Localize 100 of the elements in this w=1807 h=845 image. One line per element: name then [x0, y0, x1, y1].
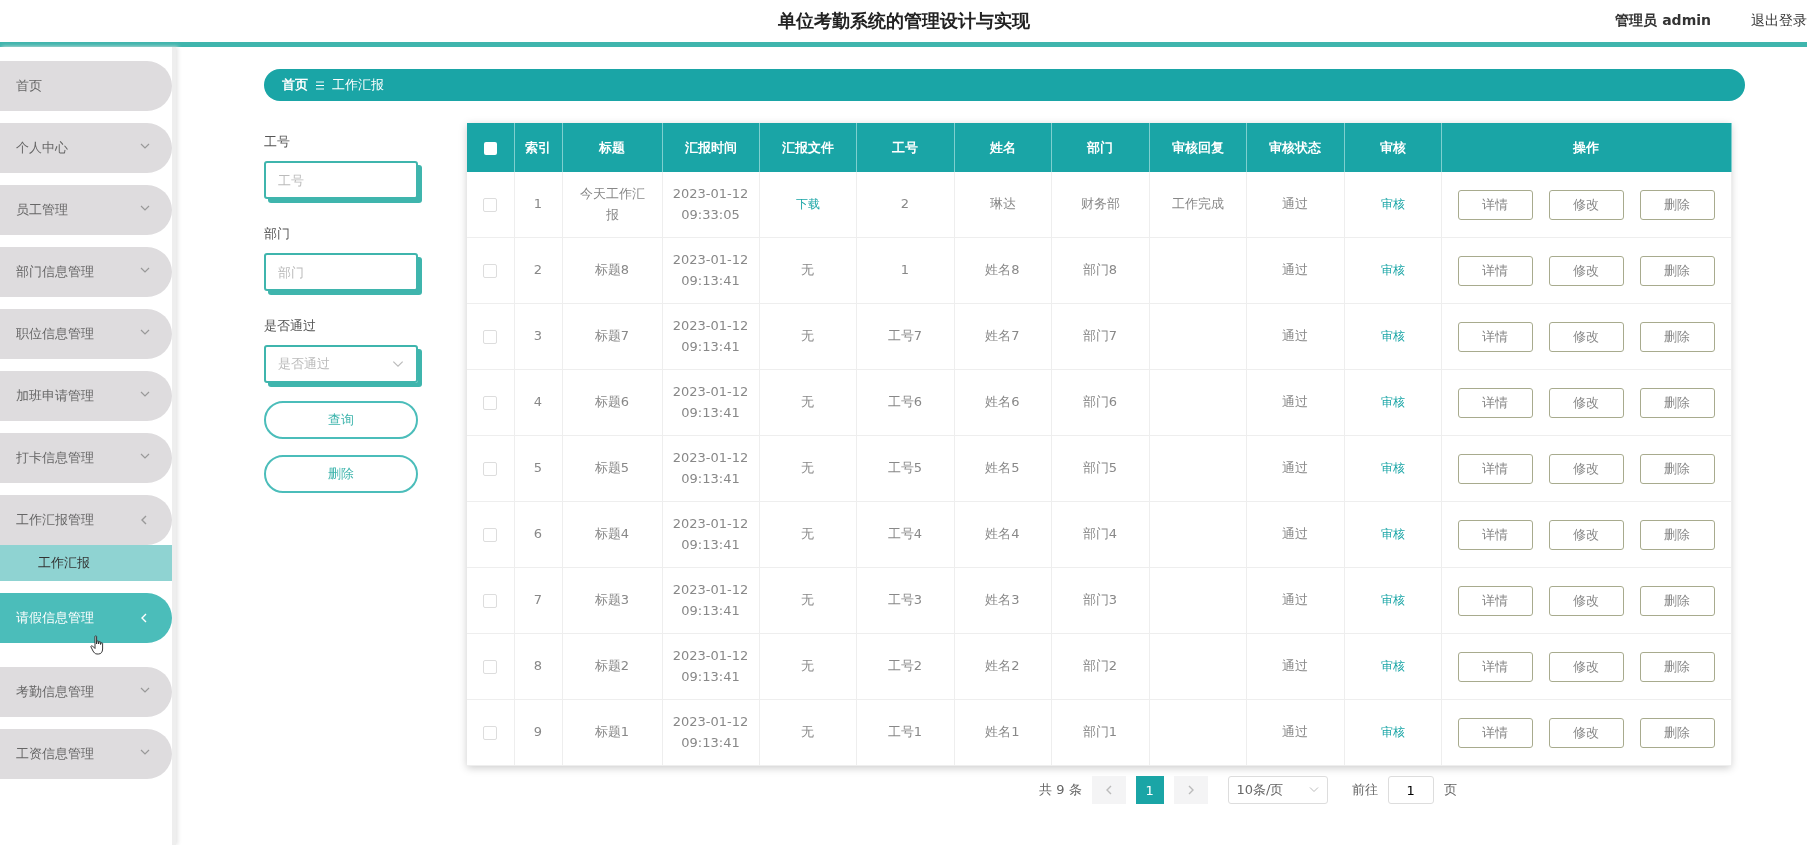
sidebar-item[interactable]: 加班申请管理: [0, 371, 172, 421]
action-button[interactable]: 详情: [1457, 453, 1533, 484]
table-cell: 标题8: [562, 237, 662, 304]
row-checkbox[interactable]: [483, 659, 498, 674]
action-button[interactable]: 修改: [1548, 519, 1624, 550]
total-count: 共 9 条: [1039, 781, 1082, 799]
action-button[interactable]: 修改: [1548, 387, 1624, 418]
sidebar-item[interactable]: 部门信息管理: [0, 247, 172, 297]
page-input[interactable]: 1: [1387, 776, 1434, 804]
column-header: 审核: [1344, 123, 1441, 172]
input-field[interactable]: 部门: [264, 253, 418, 291]
goto-label: 前往: [1351, 781, 1378, 799]
row-checkbox[interactable]: [483, 197, 498, 212]
table-cell: 2023-01-12 09:13:41: [662, 369, 759, 436]
action-button[interactable]: 删除: [1639, 387, 1715, 418]
sidebar-item[interactable]: 工作汇报管理: [0, 495, 172, 545]
sidebar-item[interactable]: 首页: [0, 61, 172, 111]
action-button[interactable]: 详情: [1457, 519, 1533, 550]
download-link[interactable]: 下载: [795, 197, 820, 212]
table-cell: 部门6: [1051, 369, 1149, 436]
action-button[interactable]: 修改: [1548, 453, 1624, 484]
select-all-checkbox[interactable]: [483, 142, 497, 155]
next-page-button[interactable]: [1173, 776, 1208, 804]
action-button[interactable]: 删除: [1639, 189, 1715, 220]
action-button[interactable]: 详情: [1457, 717, 1533, 748]
field-label: 部门: [264, 225, 291, 243]
table-cell: 部门4: [1051, 501, 1149, 568]
filter-button[interactable]: 查询: [264, 401, 418, 439]
sidebar-item[interactable]: 打卡信息管理: [0, 433, 172, 483]
action-button[interactable]: 修改: [1548, 651, 1624, 682]
action-button[interactable]: 删除: [1639, 453, 1715, 484]
action-button[interactable]: 详情: [1457, 255, 1533, 286]
sidebar-item[interactable]: 员工管理: [0, 185, 172, 235]
audit-link[interactable]: 审核: [1380, 659, 1405, 674]
sidebar-item[interactable]: 个人中心: [0, 123, 172, 173]
table-cell: 工号5: [856, 435, 954, 502]
chevron-down-icon: [392, 360, 404, 368]
action-button[interactable]: 详情: [1457, 321, 1533, 352]
action-button[interactable]: 删除: [1639, 519, 1715, 550]
action-button[interactable]: 删除: [1639, 321, 1715, 352]
action-button[interactable]: 修改: [1548, 255, 1624, 286]
table-cell: 2023-01-12 09:13:41: [662, 501, 759, 568]
audit-link[interactable]: 审核: [1380, 527, 1405, 542]
audit-link[interactable]: 审核: [1380, 725, 1405, 740]
breadcrumb-link[interactable]: 首页: [282, 76, 308, 94]
column-header: 工号: [856, 123, 954, 172]
action-button[interactable]: 修改: [1548, 585, 1624, 616]
logout-link[interactable]: 退出登录: [1751, 12, 1807, 30]
row-checkbox[interactable]: [483, 329, 498, 344]
row-checkbox[interactable]: [483, 395, 498, 410]
table-cell: 3: [514, 303, 562, 370]
action-button[interactable]: 详情: [1457, 651, 1533, 682]
filter-button[interactable]: 删除: [264, 455, 418, 493]
audit-link[interactable]: 审核: [1380, 263, 1405, 278]
row-checkbox[interactable]: [483, 263, 498, 278]
row-checkbox[interactable]: [483, 725, 498, 740]
page-size-select[interactable]: 10条/页: [1227, 776, 1328, 804]
action-button[interactable]: 详情: [1457, 189, 1533, 220]
action-button[interactable]: 修改: [1548, 189, 1624, 220]
action-button[interactable]: 详情: [1457, 387, 1533, 418]
sidebar-item[interactable]: 工资信息管理: [0, 729, 172, 779]
table-cell: 部门3: [1051, 567, 1149, 634]
page-button[interactable]: 1: [1135, 776, 1164, 804]
row-checkbox[interactable]: [483, 527, 498, 542]
action-button[interactable]: 详情: [1457, 585, 1533, 616]
table-cell: 1: [856, 237, 954, 304]
prev-page-button[interactable]: [1091, 776, 1126, 804]
audit-link[interactable]: 审核: [1380, 197, 1405, 212]
table-cell: 2023-01-12 09:13:41: [662, 435, 759, 502]
chevron-left-icon: [1104, 785, 1113, 795]
action-button[interactable]: 修改: [1548, 321, 1624, 352]
audit-link[interactable]: 审核: [1380, 461, 1405, 476]
audit-link[interactable]: 审核: [1380, 395, 1405, 410]
action-button[interactable]: 删除: [1639, 255, 1715, 286]
row-checkbox[interactable]: [483, 593, 498, 608]
action-button[interactable]: 修改: [1548, 717, 1624, 748]
input-field[interactable]: 工号: [264, 161, 418, 199]
table-cell: 2023-01-12 09:13:41: [662, 303, 759, 370]
action-button[interactable]: 删除: [1639, 585, 1715, 616]
field-label: 工号: [264, 133, 291, 151]
action-button[interactable]: 删除: [1639, 651, 1715, 682]
column-header: 索引: [514, 123, 562, 172]
row-checkbox[interactable]: [483, 461, 498, 476]
audit-link[interactable]: 审核: [1380, 593, 1405, 608]
column-header: 汇报时间: [662, 123, 759, 172]
submenu-item[interactable]: 工作汇报: [0, 545, 172, 581]
action-button[interactable]: 删除: [1639, 717, 1715, 748]
column-header: 姓名: [954, 123, 1051, 172]
audit-link[interactable]: 审核: [1380, 329, 1405, 344]
table-cell: 无: [759, 369, 856, 436]
page-suffix: 页: [1443, 781, 1457, 799]
sidebar-item[interactable]: 考勤信息管理: [0, 667, 172, 717]
table-cell: 2023-01-12 09:13:41: [662, 633, 759, 700]
sidebar-item[interactable]: 请假信息管理: [0, 593, 172, 643]
sidebar-item[interactable]: 职位信息管理: [0, 309, 172, 359]
table-cell: 无: [759, 567, 856, 634]
table-cell: 姓名7: [954, 303, 1051, 370]
table-cell: 通过: [1246, 237, 1344, 304]
table-cell: 部门1: [1051, 699, 1149, 766]
table-cell: 2023-01-12 09:13:41: [662, 567, 759, 634]
